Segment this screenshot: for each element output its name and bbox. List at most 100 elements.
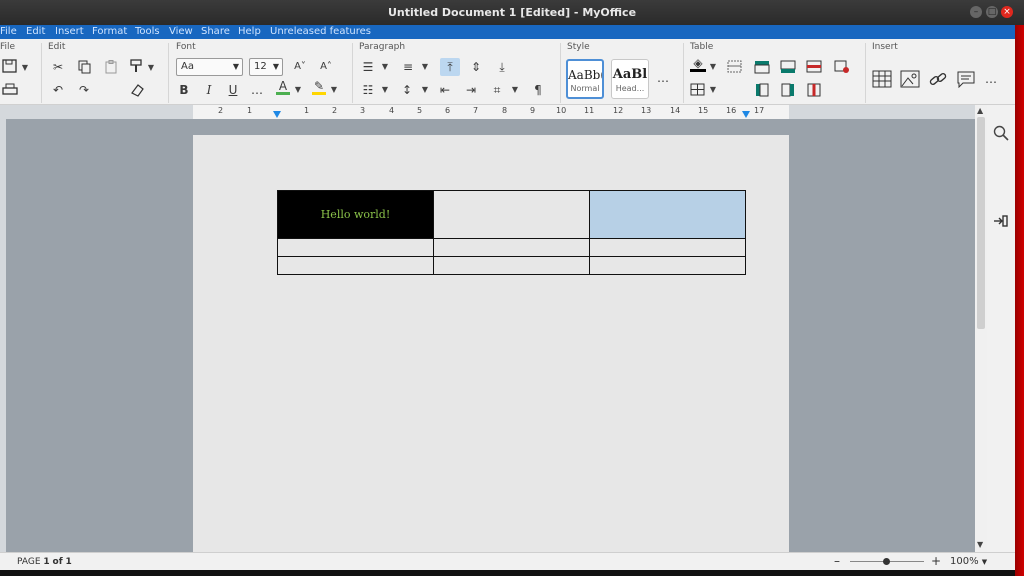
menu-edit[interactable]: Edit — [26, 26, 45, 37]
document-table[interactable]: Hello world! — [277, 190, 746, 275]
more-font-options-button[interactable]: … — [250, 81, 264, 99]
table-cell[interactable] — [589, 238, 746, 257]
expand-panel-icon[interactable] — [993, 213, 1009, 229]
undo-icon[interactable]: ↶ — [50, 81, 66, 99]
menu-help[interactable]: Help — [238, 26, 261, 37]
table-cell[interactable] — [277, 238, 434, 257]
zoom-level[interactable]: 100% ▼ — [950, 556, 987, 567]
valign-middle-icon[interactable]: ⇕ — [467, 58, 485, 76]
clear-format-icon[interactable] — [129, 83, 145, 97]
format-painter-dropdown-icon[interactable]: ▼ — [146, 59, 156, 77]
bullet-list-icon[interactable]: ☰ — [360, 58, 376, 76]
table-borders-icon[interactable] — [727, 60, 743, 74]
scroll-down-icon[interactable]: ▼ — [977, 540, 983, 549]
insert-column-left-icon[interactable] — [754, 83, 770, 97]
insert-table-icon[interactable] — [872, 70, 892, 88]
font-color-dropdown-icon[interactable]: ▼ — [293, 81, 303, 99]
table-cell[interactable] — [433, 190, 590, 239]
menu-format[interactable]: Format — [92, 26, 127, 37]
menu-file[interactable]: File — [0, 26, 17, 37]
menu-insert[interactable]: Insert — [55, 26, 84, 37]
increase-font-button[interactable]: A˄ — [317, 58, 335, 76]
paragraph-spacing-dropdown-icon[interactable]: ▼ — [510, 81, 520, 99]
font-size-select[interactable]: 12 ▼ — [249, 58, 283, 76]
insert-row-below-icon[interactable] — [780, 60, 796, 74]
numbered-list-dropdown-icon[interactable]: ▼ — [380, 81, 390, 99]
table-cell-selected[interactable] — [589, 190, 746, 239]
save-icon[interactable] — [2, 59, 18, 73]
delete-table-icon[interactable] — [834, 60, 850, 74]
vertical-ruler[interactable] — [0, 119, 6, 552]
font-family-select[interactable]: Aa ▼ — [176, 58, 243, 76]
menu-view[interactable]: View — [169, 26, 193, 37]
decrease-indent-icon[interactable]: ⇤ — [437, 81, 453, 99]
more-styles-button[interactable]: … — [656, 69, 670, 87]
line-spacing-dropdown-icon[interactable]: ▼ — [420, 81, 430, 99]
bold-button[interactable]: B — [177, 81, 191, 99]
insert-column-right-icon[interactable] — [780, 83, 796, 97]
right-indent-marker[interactable] — [742, 111, 750, 118]
increase-indent-icon[interactable]: ⇥ — [463, 81, 479, 99]
zoom-out-button[interactable]: – — [834, 554, 840, 568]
table-cell[interactable] — [589, 256, 746, 275]
paragraph-spacing-icon[interactable]: ⌗ — [489, 81, 505, 99]
cut-icon[interactable]: ✂ — [50, 58, 66, 76]
document-page[interactable]: Hello world! — [193, 135, 789, 552]
bullet-list-dropdown-icon[interactable]: ▼ — [380, 58, 390, 76]
table-cell[interactable]: Hello world! — [277, 190, 434, 239]
table-cell[interactable] — [277, 256, 434, 275]
maximize-button[interactable]: □ — [986, 6, 998, 18]
horizontal-ruler[interactable]: 2 1 1 2 3 4 5 6 7 8 9 10 11 12 13 14 15 … — [0, 105, 975, 119]
paste-icon[interactable] — [103, 60, 119, 74]
insert-link-icon[interactable] — [928, 70, 948, 88]
cell-fill-dropdown-icon[interactable]: ▼ — [708, 58, 718, 76]
zoom-in-button[interactable]: + — [931, 554, 941, 568]
redo-icon[interactable]: ↷ — [76, 81, 92, 99]
search-icon[interactable] — [993, 125, 1009, 141]
table-cell[interactable] — [433, 256, 590, 275]
vertical-scrollbar[interactable]: ▲ ▼ — [975, 105, 987, 552]
highlight-button[interactable]: ✎ — [312, 79, 326, 95]
font-family-value: Aa — [181, 61, 194, 72]
highlight-dropdown-icon[interactable]: ▼ — [329, 81, 339, 99]
decrease-font-button[interactable]: A˅ — [291, 58, 309, 76]
print-icon[interactable] — [2, 83, 18, 97]
delete-row-icon[interactable] — [806, 60, 822, 74]
line-spacing-icon[interactable]: ↕ — [398, 81, 416, 99]
menu-unreleased-features[interactable]: Unreleased features — [270, 26, 371, 37]
more-insert-button[interactable]: … — [984, 70, 998, 88]
insert-comment-icon[interactable] — [956, 70, 976, 88]
cell-fill-icon[interactable]: ◈ — [690, 56, 706, 72]
valign-bottom-icon[interactable]: ⤓ — [493, 58, 511, 76]
pilcrow-icon[interactable]: ¶ — [530, 81, 546, 99]
zoom-slider-handle[interactable] — [883, 558, 890, 565]
table-grid-icon[interactable] — [690, 83, 706, 97]
save-dropdown-icon[interactable]: ▼ — [20, 59, 30, 77]
align-dropdown-icon[interactable]: ▼ — [420, 58, 430, 76]
insert-row-above-icon[interactable] — [754, 60, 770, 74]
chevron-down-icon: ▼ — [272, 62, 279, 71]
underline-button[interactable]: U — [226, 81, 240, 99]
menu-tools[interactable]: Tools — [135, 26, 160, 37]
italic-button[interactable]: I — [202, 81, 216, 99]
copy-icon[interactable] — [77, 60, 93, 74]
group-label-file: File — [0, 42, 16, 52]
valign-top-icon[interactable]: ⤒ — [440, 58, 460, 76]
minimize-button[interactable]: – — [970, 6, 982, 18]
font-color-button[interactable]: A — [276, 79, 290, 95]
scroll-up-icon[interactable]: ▲ — [977, 106, 983, 115]
scrollbar-thumb[interactable] — [977, 117, 985, 329]
delete-column-icon[interactable] — [806, 83, 822, 97]
numbered-list-icon[interactable]: ☷ — [360, 81, 376, 99]
table-cell[interactable] — [433, 238, 590, 257]
left-indent-marker[interactable] — [273, 111, 281, 118]
table-grid-dropdown-icon[interactable]: ▼ — [708, 81, 718, 99]
insert-image-icon[interactable] — [900, 70, 920, 88]
style-normal[interactable]: AaBb( Normal — [566, 59, 604, 99]
ruler-number: 2 — [218, 106, 224, 115]
format-painter-icon[interactable] — [129, 59, 145, 73]
style-heading[interactable]: AaBl Head... — [611, 59, 649, 99]
close-button[interactable]: × — [1001, 6, 1013, 18]
menu-share[interactable]: Share — [201, 26, 230, 37]
align-left-icon[interactable]: ≡ — [400, 58, 416, 76]
